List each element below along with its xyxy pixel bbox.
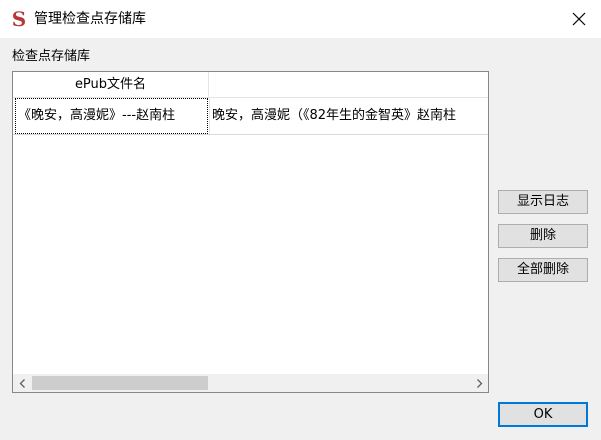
table-row[interactable]: 《晚安，高漫妮》---赵南柱 晚安，高漫妮（《82年生的金智英》赵南柱 xyxy=(13,98,488,135)
title-bar: S 管理检查点存储库 xyxy=(0,0,601,38)
horizontal-scrollbar[interactable] xyxy=(13,374,488,392)
table-header: ePub文件名 xyxy=(13,72,488,98)
window-title: 管理检查点存储库 xyxy=(34,11,146,27)
app-logo-icon: S xyxy=(11,7,27,31)
cell-filename[interactable]: 《晚安，高漫妮》---赵南柱 xyxy=(15,98,208,134)
delete-all-button[interactable]: 全部删除 xyxy=(498,258,588,282)
chevron-right-icon xyxy=(476,378,482,388)
delete-button[interactable]: 删除 xyxy=(498,224,588,248)
scroll-right-button[interactable] xyxy=(470,374,488,392)
close-icon xyxy=(572,12,586,26)
show-log-button[interactable]: 显示日志 xyxy=(498,190,588,214)
checkpoint-table[interactable]: ePub文件名 《晚安，高漫妮》---赵南柱 晚安，高漫妮（《82年生的金智英》… xyxy=(12,71,489,393)
column-divider xyxy=(209,98,210,134)
cell-title[interactable]: 晚安，高漫妮（《82年生的金智英》赵南柱 xyxy=(212,98,488,134)
column-header-filename[interactable]: ePub文件名 xyxy=(13,72,209,97)
chevron-left-icon xyxy=(19,378,25,388)
ok-button[interactable]: OK xyxy=(498,402,588,427)
scroll-thumb[interactable] xyxy=(32,376,208,390)
column-header-title[interactable] xyxy=(209,72,488,97)
scroll-left-button[interactable] xyxy=(13,374,31,392)
close-button[interactable] xyxy=(557,0,601,38)
repository-label: 检查点存储库 xyxy=(12,49,91,64)
